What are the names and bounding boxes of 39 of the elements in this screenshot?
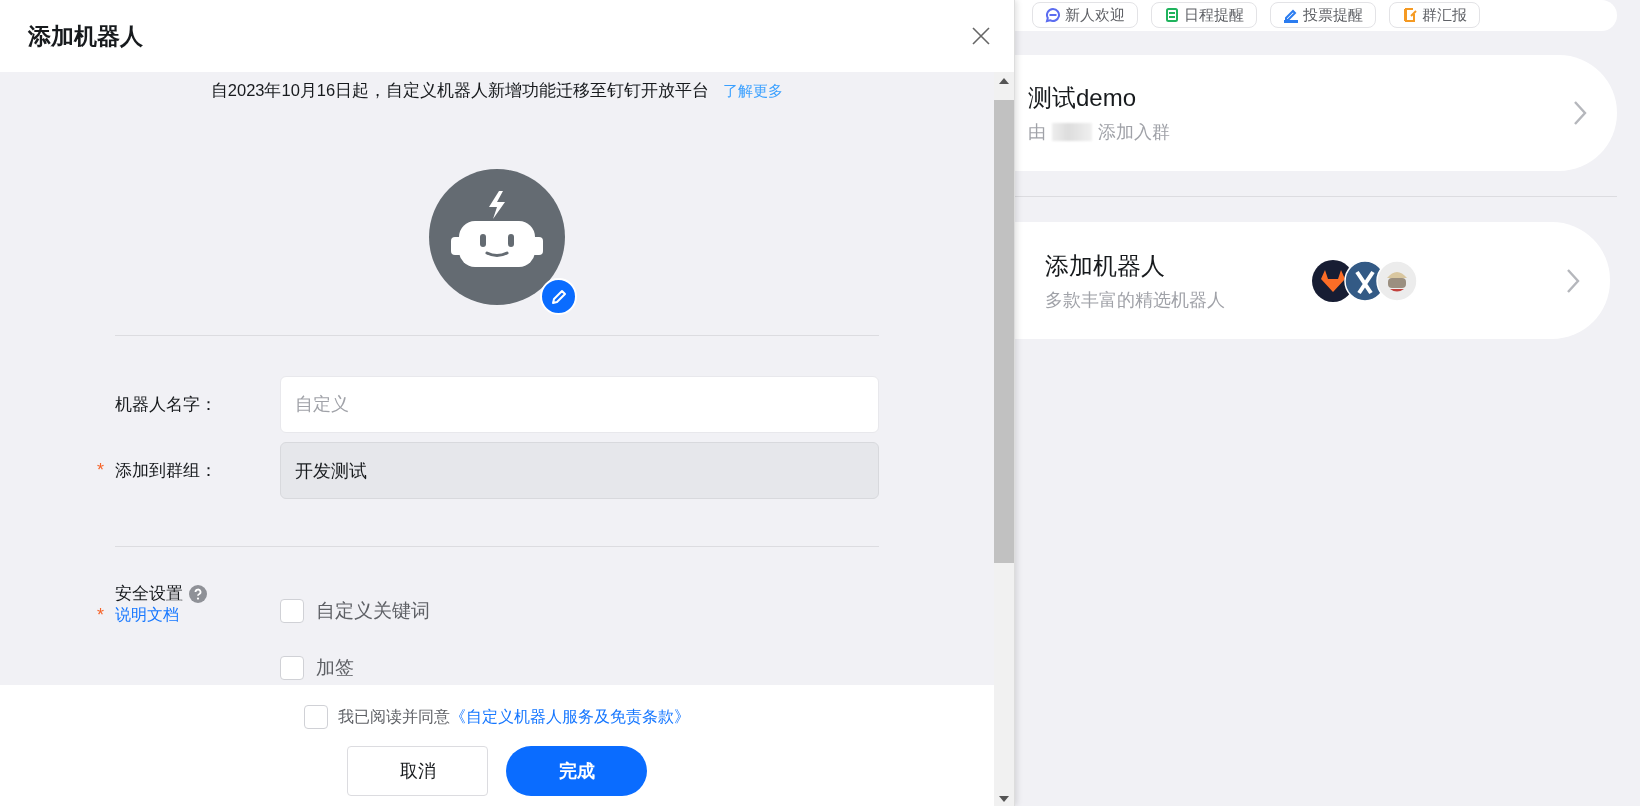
help-icon[interactable] bbox=[189, 584, 207, 603]
chevron-right-icon bbox=[1573, 100, 1587, 126]
scrollbar[interactable] bbox=[994, 72, 1014, 806]
group-card[interactable]: 测试demo 由 添加入群 bbox=[1015, 55, 1617, 171]
required-mark: * bbox=[97, 605, 105, 626]
card-title: 添加机器人 bbox=[1045, 250, 1166, 281]
added-by-text: 由 bbox=[1028, 121, 1046, 144]
chevron-right-icon bbox=[1566, 267, 1580, 294]
done-button[interactable]: 完成 bbox=[506, 746, 647, 796]
field-label: 机器人名字： bbox=[115, 394, 217, 416]
close-icon bbox=[972, 27, 990, 45]
checkbox[interactable] bbox=[280, 599, 304, 623]
terms-link[interactable]: 《自定义机器人服务及免责条款》 bbox=[450, 707, 690, 725]
notice-text: 自2023年10月16日起，自定义机器人新增功能迁移至钉钉开放平台 bbox=[210, 80, 710, 101]
checkbox[interactable] bbox=[280, 656, 304, 680]
quick-action-chip[interactable]: 新人欢迎 bbox=[1032, 2, 1138, 28]
dialog-title: 添加机器人 bbox=[28, 21, 143, 51]
input-field[interactable]: 自定义 bbox=[280, 376, 879, 433]
bot-avatar-icon bbox=[1376, 259, 1418, 302]
security-label: 安全设置 bbox=[115, 583, 183, 605]
group-name: 测试demo bbox=[1028, 83, 1138, 113]
option-label: 自定义关键词 bbox=[316, 599, 430, 623]
checkbox[interactable] bbox=[304, 705, 328, 729]
edit-avatar-button[interactable] bbox=[540, 278, 577, 315]
docs-link[interactable]: 说明文档 bbox=[115, 605, 179, 626]
blurred-name bbox=[1052, 123, 1092, 141]
robot-avatar-icon bbox=[429, 169, 565, 305]
field-label: 添加到群组： bbox=[115, 460, 217, 482]
required-mark: * bbox=[97, 460, 105, 481]
cancel-button[interactable]: 取消 bbox=[347, 746, 488, 796]
pencil-icon bbox=[549, 287, 568, 306]
quick-action-chip[interactable]: 群汇报 bbox=[1389, 2, 1480, 28]
quick-action-chip[interactable]: 日程提醒 bbox=[1151, 2, 1257, 28]
option-label: 加签 bbox=[316, 656, 354, 680]
agreement-text: 我已阅读并同意《自定义机器人服务及免责条款》 bbox=[338, 706, 690, 727]
add-robot-card[interactable]: 添加机器人 多款丰富的精选机器人 bbox=[1015, 222, 1610, 339]
added-by-text: 添加入群 bbox=[1098, 121, 1170, 144]
quick-action-chip[interactable]: 投票提醒 bbox=[1270, 2, 1376, 28]
card-subtitle: 多款丰富的精选机器人 bbox=[1045, 288, 1226, 312]
